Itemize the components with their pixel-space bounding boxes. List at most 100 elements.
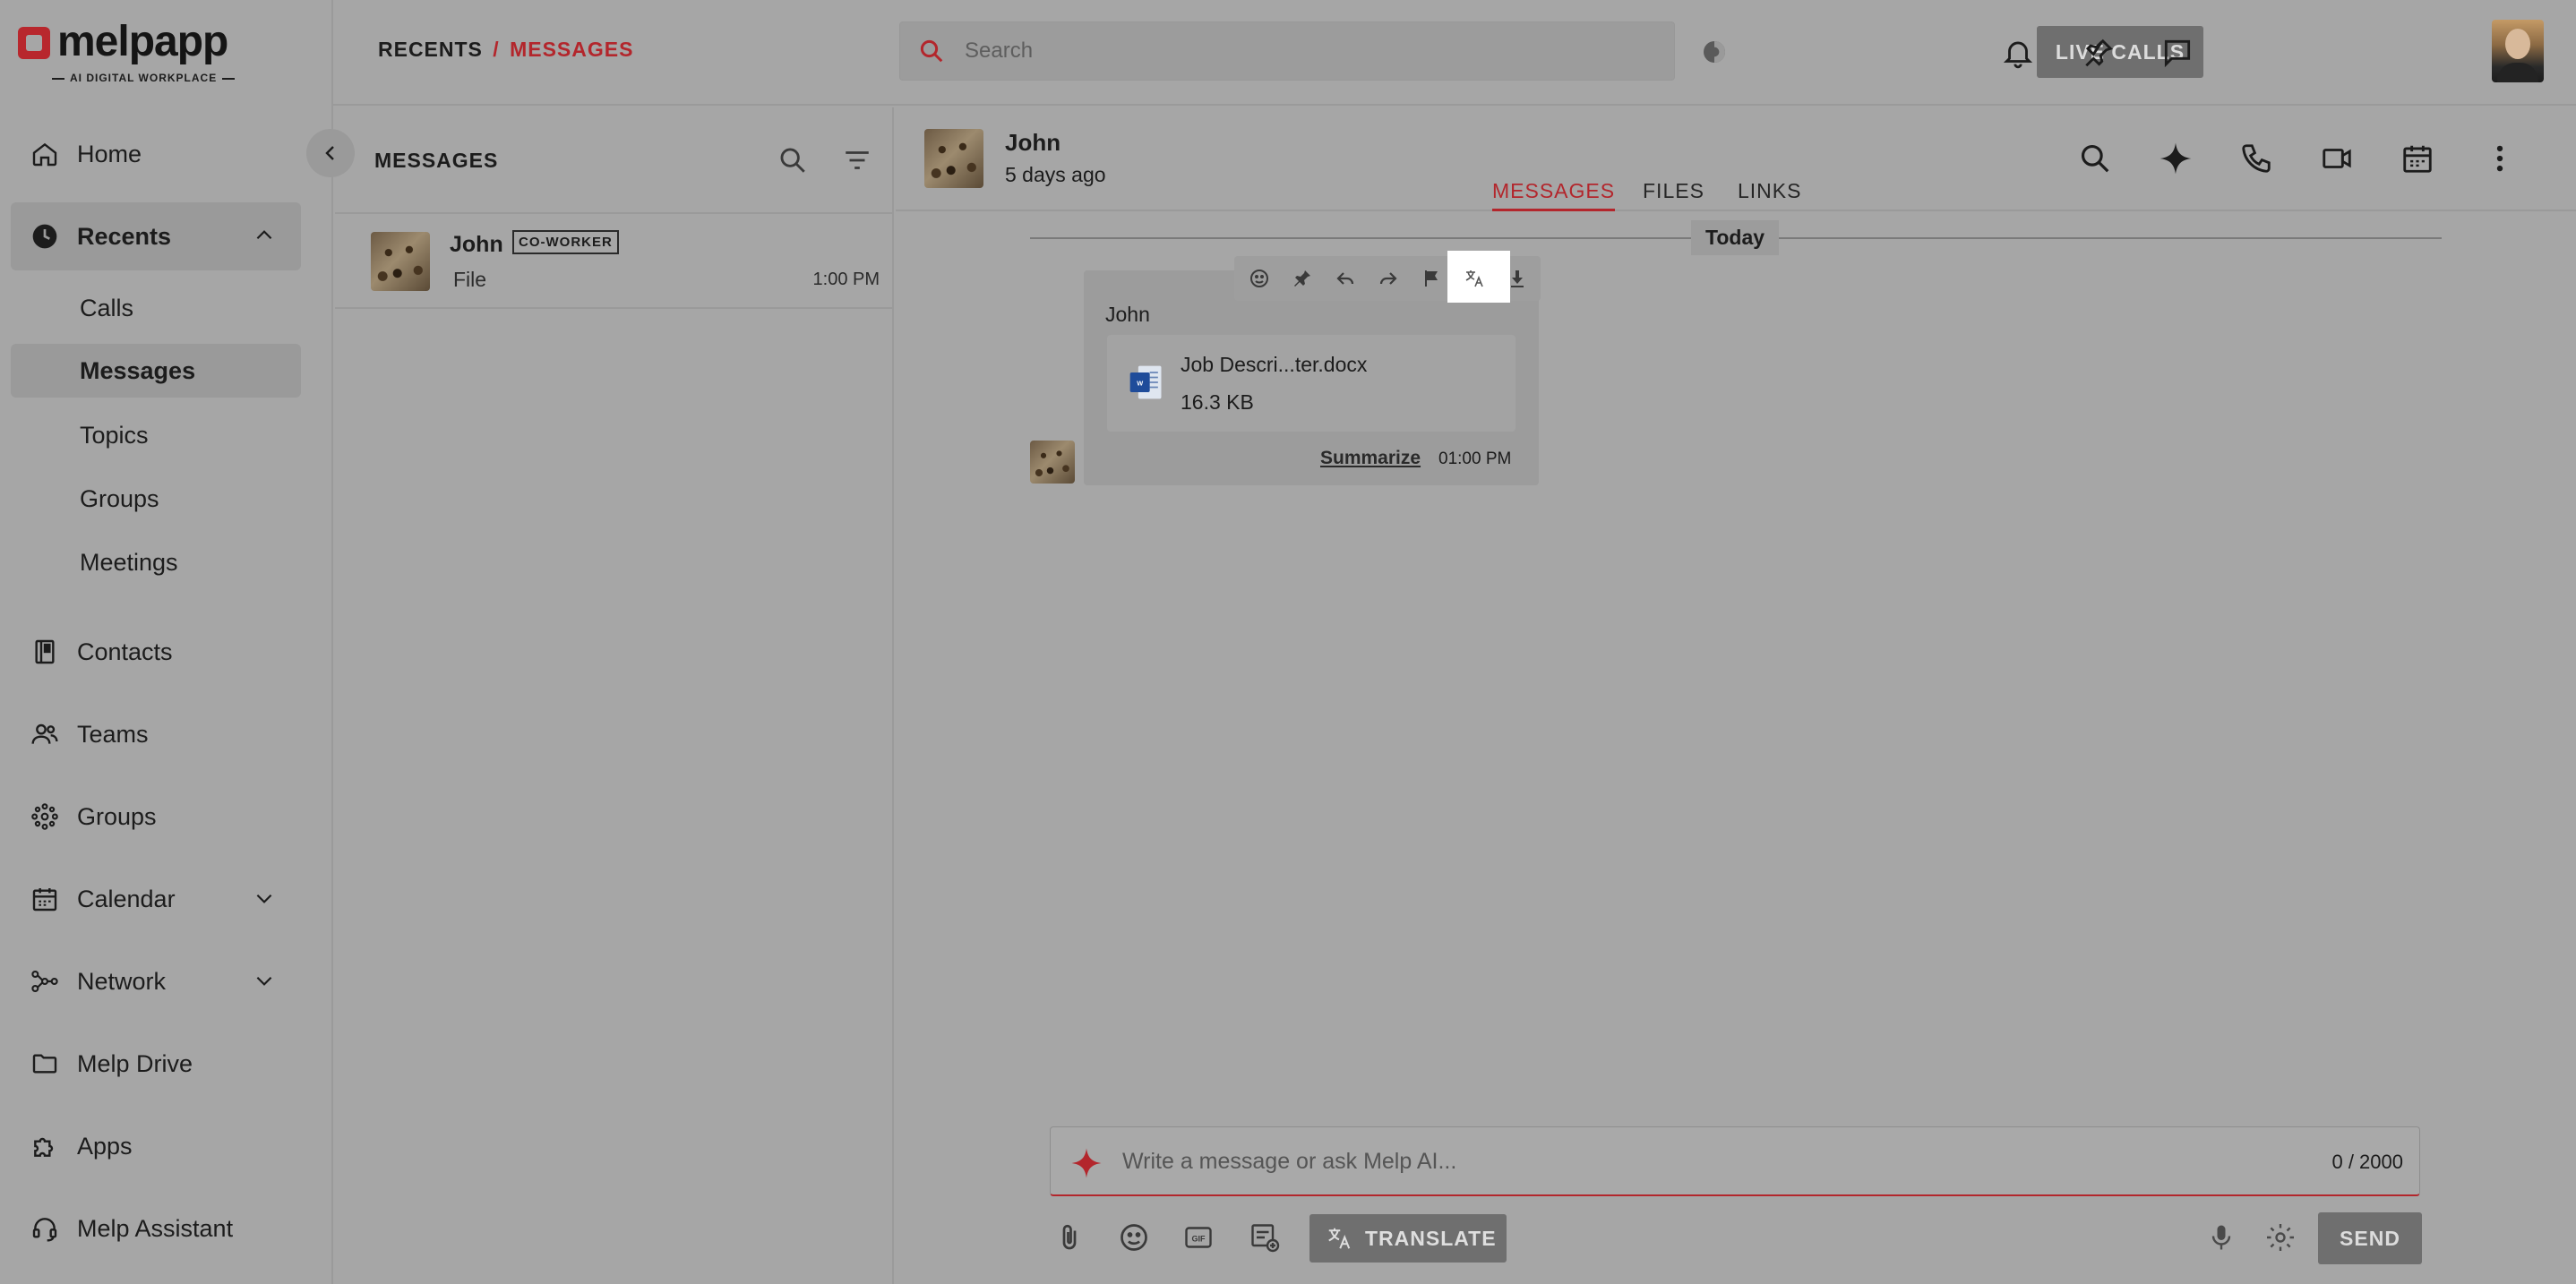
search-icon	[920, 39, 943, 63]
avatar	[1030, 441, 1075, 484]
search-icon[interactable]	[2078, 141, 2112, 175]
video-icon[interactable]	[2320, 141, 2354, 175]
attach-icon[interactable]	[1053, 1221, 1086, 1254]
contact-name: John	[450, 232, 503, 257]
list-title: MESSAGES	[374, 149, 499, 172]
sidebar-item-network[interactable]: Network	[11, 947, 301, 1015]
chevron-down-icon[interactable]	[253, 886, 276, 910]
search-input[interactable]	[965, 39, 1645, 64]
contact-book-icon	[35, 639, 55, 664]
sidebar-item-teams[interactable]: Teams	[11, 700, 301, 768]
tab-messages[interactable]: MESSAGES	[1492, 179, 1616, 211]
sidebar-item-label: Apps	[77, 1132, 133, 1160]
note-add-icon[interactable]	[1249, 1221, 1281, 1254]
conversation-name[interactable]: John	[1005, 129, 1060, 157]
collapse-sidebar-button[interactable]	[306, 129, 355, 177]
conversation-header: John 5 days ago MESSAGES FILES LINKS	[896, 107, 2576, 211]
sidebar-item-calendar[interactable]: Calendar	[11, 865, 301, 933]
sidebar-item-melp-drive[interactable]: Melp Drive	[11, 1030, 301, 1098]
flag-icon[interactable]	[1421, 268, 1442, 289]
sidebar-subitem-calls[interactable]: Calls	[11, 281, 301, 335]
logo-mark-icon	[18, 27, 50, 59]
avatar[interactable]	[924, 129, 983, 188]
list-item[interactable]: John CO-WORKER File 1:00 PM	[335, 214, 894, 309]
forward-icon[interactable]	[1378, 268, 1399, 289]
chevron-up-icon[interactable]	[253, 224, 276, 247]
sidebar-item-groups[interactable]: Groups	[11, 783, 301, 851]
search-icon[interactable]	[777, 145, 808, 175]
folder-icon	[32, 1054, 57, 1074]
clock-icon	[32, 224, 57, 249]
sidebar-subitem-label: Meetings	[80, 548, 178, 576]
sidebar-item-label: Teams	[77, 720, 149, 748]
sidebar-subitem-meetings[interactable]: Meetings	[11, 535, 301, 589]
message-input[interactable]	[1122, 1143, 2287, 1179]
breadcrumb-current: MESSAGES	[510, 38, 634, 61]
network-icon	[31, 970, 58, 993]
chevron-down-icon[interactable]	[253, 969, 276, 992]
translate-icon[interactable]	[1464, 268, 1485, 289]
sidebar-item-label: Calendar	[77, 885, 176, 912]
last-seen-status: 5 days ago	[1005, 163, 1106, 186]
sidebar-item-apps[interactable]: Apps	[11, 1112, 301, 1180]
file-attachment[interactable]: W Job Descri...ter.docx 16.3 KB	[1107, 335, 1516, 432]
more-vertical-icon[interactable]	[2483, 141, 2517, 175]
file-size: 16.3 KB	[1181, 390, 1254, 414]
message-time: 01:00 PM	[1438, 449, 1512, 468]
bell-icon[interactable]	[2001, 36, 2035, 70]
message-composer[interactable]: 0 / 2000	[1050, 1126, 2420, 1196]
emoji-icon[interactable]	[1118, 1221, 1150, 1254]
sidebar-subitem-label: Groups	[80, 484, 159, 512]
theme-toggle-icon[interactable]	[1700, 38, 1729, 66]
message-bubble[interactable]: John W Job Descri...ter.docx 16.3 KB Sum…	[1084, 270, 1539, 485]
summarize-link[interactable]: Summarize	[1320, 448, 1421, 469]
calendar-icon[interactable]	[2400, 141, 2434, 175]
sort-icon[interactable]	[842, 145, 872, 175]
app-logo[interactable]: melpapp	[18, 20, 228, 64]
home-icon	[32, 142, 57, 167]
ai-sparkle-icon[interactable]	[1070, 1147, 1103, 1179]
pin-icon[interactable]	[1292, 268, 1313, 289]
pin-icon[interactable]	[2081, 36, 2115, 70]
emoji-react-icon[interactable]	[1249, 268, 1270, 289]
puzzle-icon	[34, 1137, 54, 1157]
sidebar-item-melp-assistant[interactable]: Melp Assistant	[11, 1194, 301, 1263]
avatar	[371, 232, 430, 291]
download-icon[interactable]	[1507, 268, 1528, 289]
sidebar-item-label: Recents	[77, 222, 172, 250]
sidebar-item-label: Melp Assistant	[77, 1214, 234, 1242]
global-search[interactable]	[899, 21, 1675, 81]
message-preview: File	[453, 268, 487, 291]
headset-icon	[32, 1218, 57, 1242]
breadcrumb-separator: /	[493, 38, 500, 61]
character-counter: 0 / 2000	[2331, 1151, 2403, 1173]
sidebar-subitem-groups[interactable]: Groups	[11, 472, 301, 526]
sidebar-item-label: Home	[77, 140, 142, 167]
reply-icon[interactable]	[1335, 268, 1356, 289]
sidebar-subitem-label: Messages	[80, 356, 196, 384]
breadcrumb-root[interactable]: RECENTS	[378, 38, 483, 61]
sidebar-item-recents[interactable]: Recents	[11, 202, 301, 270]
message-time: 1:00 PM	[812, 270, 880, 289]
avatar[interactable]	[2492, 20, 2544, 82]
chevron-left-icon	[325, 146, 334, 160]
translate-button[interactable]: TRANSLATE	[1309, 1214, 1507, 1263]
gear-icon[interactable]	[2264, 1221, 2297, 1254]
tab-links[interactable]: LINKS	[1738, 179, 1801, 209]
chat-bubble-icon[interactable]	[2160, 36, 2194, 70]
people-icon	[31, 723, 58, 744]
phone-icon[interactable]	[2239, 141, 2273, 175]
message-action-toolbar	[1234, 251, 1541, 303]
send-button[interactable]: SEND	[2318, 1212, 2422, 1264]
sidebar-subitem-messages[interactable]: Messages	[11, 344, 301, 398]
gif-icon[interactable]: GIF	[1182, 1221, 1215, 1254]
sidebar-item-contacts[interactable]: Contacts	[11, 618, 301, 686]
translate-label: TRANSLATE	[1365, 1226, 1497, 1250]
sidebar-item-home[interactable]: Home	[11, 120, 301, 188]
tab-files[interactable]: FILES	[1643, 179, 1704, 209]
ai-sparkle-icon[interactable]	[2159, 141, 2193, 175]
sidebar-item-label: Network	[77, 967, 167, 995]
sidebar-item-label: Melp Drive	[77, 1049, 193, 1077]
microphone-icon[interactable]	[2205, 1221, 2237, 1254]
sidebar-subitem-topics[interactable]: Topics	[11, 408, 301, 462]
